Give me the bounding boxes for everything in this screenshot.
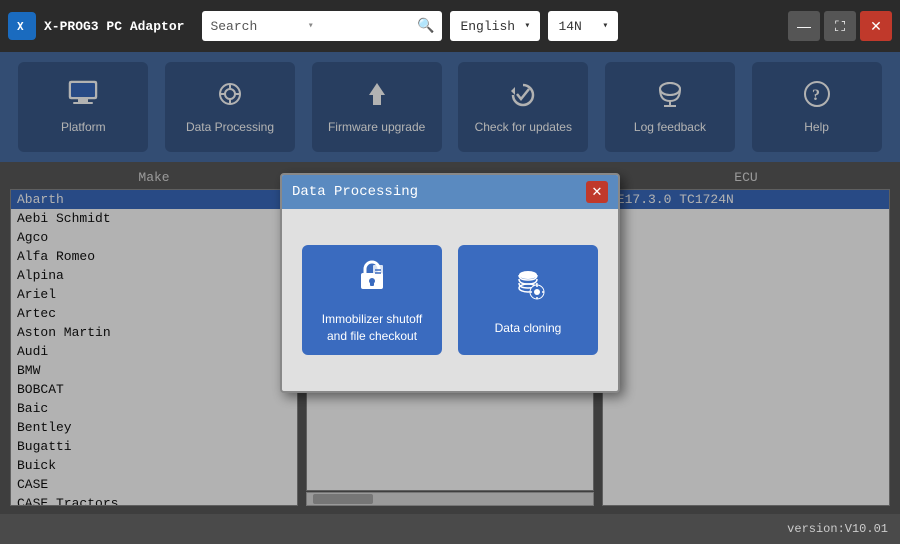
language-label: English [460, 19, 515, 34]
version-text: version:V10.01 [787, 522, 888, 536]
modal-body: Immobilizer shutoff and file checkout [282, 209, 618, 391]
data-cloning-icon [509, 264, 547, 310]
window-controls: — ⛶ ✕ [788, 11, 892, 41]
minimize-button[interactable]: — [788, 11, 820, 41]
version-dropdown-arrow-icon: ▾ [602, 20, 608, 32]
search-box[interactable]: Search ▾ 🔍 [202, 11, 442, 41]
modal-close-button[interactable]: ✕ [586, 181, 608, 203]
titlebar: X X-PROG3 PC Adaptor Search ▾ 🔍 English … [0, 0, 900, 52]
version-label: 14N [558, 19, 581, 34]
close-button[interactable]: ✕ [860, 11, 892, 41]
svg-text:X: X [17, 20, 24, 33]
data-cloning-label: Data cloning [495, 320, 562, 337]
data-processing-modal: Data Processing ✕ Immobil [280, 173, 620, 393]
immobilizer-label: Immobilizer shutoff and file checkout [312, 311, 432, 345]
data-cloning-option-button[interactable]: Data cloning [458, 245, 598, 355]
statusbar: version:V10.01 [0, 514, 900, 544]
app-title: X-PROG3 PC Adaptor [44, 19, 184, 34]
modal-title: Data Processing [292, 184, 418, 200]
search-dropdown-arrow-icon[interactable]: ▾ [308, 20, 314, 32]
version-selector[interactable]: 14N ▾ [548, 11, 618, 41]
modal-overlay: Data Processing ✕ Immobil [0, 52, 900, 514]
app-logo-icon: X [8, 12, 36, 40]
modal-titlebar: Data Processing ✕ [282, 175, 618, 209]
language-dropdown-arrow-icon: ▾ [524, 20, 530, 32]
immobilizer-option-button[interactable]: Immobilizer shutoff and file checkout [302, 245, 442, 355]
search-icon[interactable]: 🔍 [417, 18, 434, 35]
maximize-button[interactable]: ⛶ [824, 11, 856, 41]
language-selector[interactable]: English ▾ [450, 11, 540, 41]
search-input-placeholder: Search [210, 19, 301, 34]
immobilizer-icon [353, 255, 391, 301]
